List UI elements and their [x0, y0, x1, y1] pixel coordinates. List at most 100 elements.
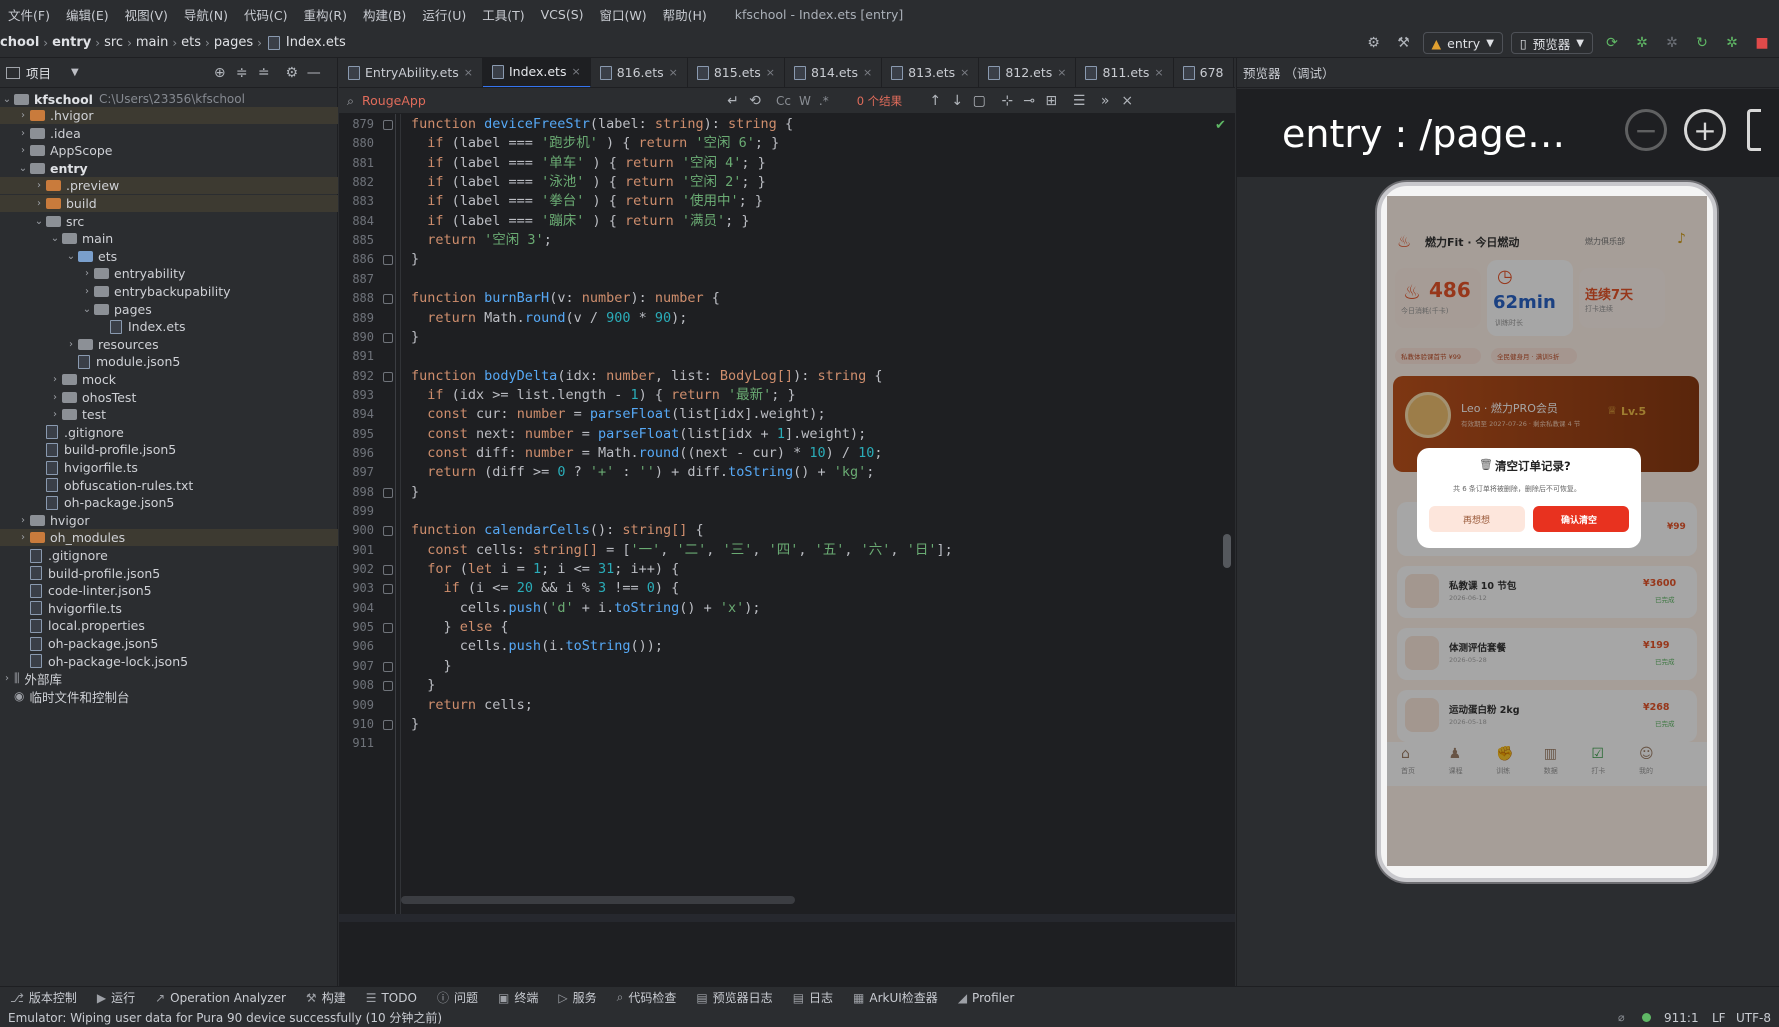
editor-tab[interactable]: 812.ets × [979, 58, 1077, 87]
editor-tab[interactable]: EntryAbility.ets × [339, 58, 483, 87]
tree-row[interactable]: hvigorfile.ts [0, 600, 338, 617]
hammer-icon[interactable]: ⚒ [1393, 32, 1415, 54]
tree-row[interactable]: › .idea [0, 125, 338, 142]
device-select[interactable]: ▯ 预览器 ▼ [1510, 32, 1593, 54]
tree-row[interactable]: › resources [0, 336, 338, 353]
menu-item[interactable]: 代码(C) [236, 5, 295, 24]
tree-row[interactable]: oh-package-lock.json5 [0, 653, 338, 670]
close-icon[interactable]: × [766, 66, 775, 79]
caret-position[interactable]: 911:1 [1664, 1011, 1699, 1025]
menu-item[interactable]: 窗口(W) [592, 5, 655, 24]
tree-row[interactable]: › hvigor [0, 512, 338, 529]
editor-tab[interactable]: 813.ets × [882, 58, 980, 87]
menu-item[interactable]: 编辑(E) [58, 5, 117, 24]
editor-tab[interactable]: 811.ets × [1076, 58, 1174, 87]
chevron-right-icon[interactable]: › [16, 515, 30, 526]
chevron-right-icon[interactable]: › [80, 286, 94, 297]
tool-window-button[interactable]: ↗ Operation Analyzer [145, 991, 296, 1005]
editor-tab[interactable]: Index.ets × [482, 58, 591, 87]
chevron-right-icon[interactable]: › [32, 180, 46, 191]
editor-tab[interactable]: 814.ets × [785, 58, 883, 87]
tree-row[interactable]: ◉ 临时文件和控制台 [0, 688, 338, 705]
chevron-right-icon[interactable]: › [48, 392, 62, 403]
tool-window-button[interactable]: ▷ 服务 [548, 989, 606, 1006]
tree-row[interactable]: build-profile.json5 [0, 565, 338, 582]
tool-window-button[interactable]: ⎇ 版本控制 [0, 989, 87, 1006]
tree-row[interactable]: › test [0, 406, 338, 423]
collapse-all-icon[interactable]: ≐ [253, 62, 275, 84]
chevron-right-icon[interactable]: › [80, 268, 94, 279]
profile-icon[interactable]: ✲ [1661, 32, 1683, 54]
fold-marker-icon[interactable] [383, 565, 393, 576]
arrow-up-icon[interactable]: ↑ [924, 90, 946, 112]
tree-row[interactable]: code-linter.json5 [0, 582, 338, 599]
fold-marker-icon[interactable] [383, 487, 393, 498]
add-occurrence-icon[interactable]: ⊹ [996, 90, 1018, 112]
chevron-down-icon[interactable]: ⌄ [32, 216, 46, 227]
whole-word-toggle[interactable]: W [799, 94, 811, 108]
tree-row[interactable]: obfuscation-rules.txt [0, 477, 338, 494]
chevron-right-icon[interactable]: › [16, 532, 30, 543]
tool-window-button[interactable]: ⓘ 问题 [427, 989, 488, 1006]
tree-row[interactable]: ⌄ main [0, 230, 338, 247]
editor-tab[interactable]: 678 [1174, 58, 1234, 87]
tree-row[interactable]: › mock [0, 371, 338, 388]
breadcrumb-item[interactable]: pages [214, 35, 253, 50]
breadcrumb-item[interactable]: ets [181, 35, 201, 50]
tree-row[interactable]: › oh_modules [0, 529, 338, 547]
close-icon[interactable]: × [863, 66, 872, 79]
chevron-right-icon[interactable]: › [16, 145, 30, 156]
tool-window-button[interactable]: ▶ 运行 [87, 989, 145, 1006]
tree-row[interactable]: ⌄ entry [0, 160, 338, 177]
breadcrumb-item[interactable]: entry [52, 35, 91, 50]
fold-marker-icon[interactable] [383, 584, 393, 595]
zoom-in-icon[interactable]: + [1684, 109, 1726, 151]
tool-window-button[interactable]: ▣ 终端 [488, 989, 548, 1006]
line-separator[interactable]: LF [1712, 1011, 1726, 1025]
chevron-right-icon[interactable]: › [16, 128, 30, 139]
fold-marker-icon[interactable] [383, 681, 393, 692]
more-icon[interactable]: » [1094, 90, 1116, 112]
fold-marker-icon[interactable] [383, 623, 393, 634]
fold-marker-icon[interactable] [383, 371, 393, 382]
file-encoding[interactable]: UTF-8 [1736, 1011, 1771, 1025]
menu-item[interactable]: VCS(S) [533, 7, 592, 22]
tree-row[interactable]: › build [0, 195, 338, 212]
tree-row[interactable]: build-profile.json5 [0, 441, 338, 458]
minimize-icon[interactable]: — [303, 62, 325, 84]
tool-window-button[interactable]: ▦ ArkUI检查器 [843, 989, 948, 1006]
close-icon[interactable]: × [669, 66, 678, 79]
gear-icon[interactable]: ⚙ [281, 62, 303, 84]
status-message[interactable]: Emulator: Wiping user data for Pura 90 d… [8, 1009, 442, 1026]
chevron-down-icon[interactable]: ⌄ [80, 304, 94, 315]
tree-root[interactable]: ⌄ kfschool C:\Users\23356\kfschool [0, 89, 338, 109]
chevron-right-icon[interactable]: › [16, 110, 30, 121]
chevron-down-icon[interactable]: ⌄ [64, 251, 78, 262]
remove-occurrence-icon[interactable]: ⊸ [1018, 90, 1040, 112]
tree-row[interactable]: .gitignore [0, 424, 338, 441]
tree-row[interactable]: ⌄ src [0, 213, 338, 230]
fold-marker-icon[interactable] [383, 120, 393, 130]
module-select[interactable]: ▲ entry ▼ [1422, 32, 1503, 54]
close-icon[interactable]: × [571, 65, 580, 78]
editor-tab[interactable]: 816.ets × [591, 58, 688, 87]
tree-row[interactable]: oh-package.json5 [0, 494, 338, 511]
chevron-down-icon[interactable]: ⌄ [16, 163, 30, 174]
breadcrumb-item[interactable]: src [104, 35, 123, 50]
tree-row[interactable]: ⌄ pages [0, 301, 338, 318]
chevron-right-icon[interactable]: › [0, 673, 14, 684]
settings-sync-icon[interactable]: ⚙ [1363, 32, 1385, 54]
chevron-right-icon[interactable]: › [48, 409, 62, 420]
menu-item[interactable]: 运行(U) [414, 5, 474, 24]
tree-row[interactable]: › entrybackupability [0, 283, 338, 300]
regex-toggle[interactable]: .* [819, 94, 829, 108]
close-icon[interactable]: × [1116, 90, 1138, 112]
fold-marker-icon[interactable] [383, 294, 393, 305]
tree-row[interactable]: .gitignore [0, 547, 338, 564]
tree-row[interactable]: › .hvigor [0, 107, 338, 124]
tree-row[interactable]: Index.ets [0, 318, 338, 335]
fold-marker-icon[interactable] [383, 526, 393, 537]
menu-item[interactable]: 文件(F) [0, 5, 58, 24]
tree-row[interactable]: hvigorfile.ts [0, 459, 338, 476]
tree-row[interactable]: › ohosTest [0, 389, 338, 406]
